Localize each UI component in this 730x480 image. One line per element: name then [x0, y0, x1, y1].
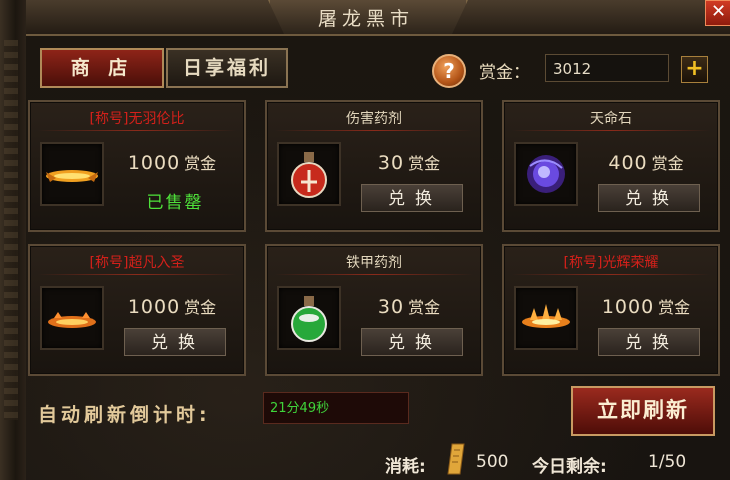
price-value: 1000 [127, 296, 181, 318]
exchange-button[interactable]: 兑换 [124, 328, 226, 356]
item-name: [称号]无羽伦比 [89, 111, 185, 127]
item-slot[interactable] [40, 286, 104, 350]
divider [38, 274, 236, 275]
cost-value: 500 [476, 452, 509, 472]
remaining-label: 今日剩余: [532, 457, 607, 477]
item-slot[interactable] [277, 142, 341, 206]
auto-refresh-label: 自动刷新倒计时: [38, 404, 211, 426]
shop-item-card: 伤害药剂 30 赏金 兑换 [265, 100, 483, 232]
dragon-border-decoration [0, 0, 27, 480]
item-name: 伤害药剂 [346, 111, 402, 127]
price-unit: 赏金 [651, 154, 684, 173]
item-name: [称号]超凡入圣 [89, 255, 185, 271]
scroll-icon [446, 442, 470, 480]
price-value: 30 [377, 296, 405, 318]
golden-wings-title-icon [46, 170, 98, 182]
exchange-button[interactable]: 兑换 [598, 328, 700, 356]
divider [38, 130, 236, 131]
green-potion-icon [291, 296, 327, 342]
price-unit: 赏金 [408, 154, 441, 173]
window-title: 屠龙黑市 [317, 8, 414, 30]
shop-item-card: [称号]超凡入圣 1000 赏金 兑换 [28, 244, 246, 376]
close-button[interactable]: ✕ [705, 0, 730, 26]
refresh-now-button[interactable]: 立即刷新 [571, 386, 715, 436]
item-price: 400 赏金 [574, 150, 718, 174]
tab-daily-welfare[interactable]: 日享福利 [166, 48, 288, 88]
price-value: 30 [377, 152, 405, 174]
bounty-label: 赏金： [479, 63, 530, 83]
help-icon[interactable]: ? [432, 54, 466, 88]
price-value: 1000 [127, 152, 181, 174]
cost-label: 消耗: [385, 457, 426, 477]
red-potion-icon [291, 152, 327, 198]
shop-item-card: 铁甲药剂 30 赏金 兑换 [265, 244, 483, 376]
divider [512, 130, 710, 131]
item-slot[interactable] [514, 286, 578, 350]
shop-item-card: [称号]光辉荣耀 1000 赏金 兑换 [502, 244, 720, 376]
price-value: 1000 [601, 296, 655, 318]
price-unit: 赏金 [408, 298, 441, 317]
price-unit: 赏金 [184, 298, 217, 317]
add-bounty-button[interactable]: + [681, 56, 708, 83]
sold-out-status: 已售罄 [146, 193, 204, 213]
price-unit: 赏金 [184, 154, 217, 173]
shop-item-card: [称号]无羽伦比 1000 赏金 已售罄 [28, 100, 246, 232]
flame-title-icon [522, 304, 570, 328]
remaining-value: 1/50 [648, 452, 687, 472]
divider [275, 274, 473, 275]
shop-item-card: 天命石 400 赏金 兑换 [502, 100, 720, 232]
item-slot[interactable] [514, 142, 578, 206]
bounty-amount-field: 3012 [545, 54, 669, 82]
item-price: 30 赏金 [337, 294, 481, 318]
item-name: 天命石 [590, 111, 632, 127]
item-slot[interactable] [40, 142, 104, 206]
purple-orb-icon [527, 155, 565, 193]
divider [512, 274, 710, 275]
price-value: 400 [608, 152, 648, 174]
item-name: 铁甲药剂 [346, 255, 402, 271]
price-unit: 赏金 [658, 298, 691, 317]
item-price: 30 赏金 [337, 150, 481, 174]
exchange-button[interactable]: 兑换 [598, 184, 700, 212]
exchange-button[interactable]: 兑换 [361, 328, 463, 356]
refresh-countdown: 21分49秒 [263, 392, 409, 424]
item-name: [称号]光辉荣耀 [563, 255, 659, 271]
divider [275, 130, 473, 131]
exchange-button[interactable]: 兑换 [361, 184, 463, 212]
fire-title-icon [48, 312, 96, 328]
item-price: 1000 赏金 [100, 294, 244, 318]
tab-shop[interactable]: 商 店 [40, 48, 164, 88]
item-price: 1000 赏金 [574, 294, 718, 318]
item-slot[interactable] [277, 286, 341, 350]
item-price: 1000 赏金 [100, 150, 244, 174]
